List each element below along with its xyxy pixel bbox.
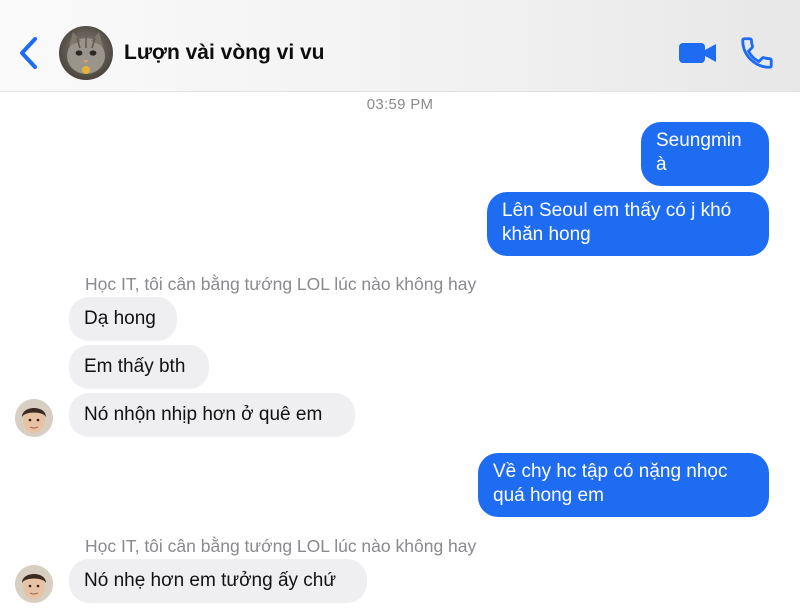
incoming-message[interactable]: Nó nhẹ hơn em tưởng ấy chứ [69,559,367,603]
outgoing-message[interactable]: Seungmin à [641,122,769,186]
sender-name: Học IT, tôi cân bằng tướng LOL lúc nào k… [85,274,477,294]
chat-avatar[interactable] [59,26,113,80]
sender-avatar[interactable] [15,565,53,603]
outgoing-message[interactable]: Về chy hc tập có nặng nhọc quá hong em [478,453,769,517]
incoming-message[interactable]: Em thấy bth [69,345,209,389]
chat-header: Lượn vài vòng vi vu [0,0,800,92]
message-timestamp: 03:59 PM [366,96,434,113]
chevron-left-icon [20,37,37,69]
person-avatar-icon [15,565,53,603]
back-button[interactable] [16,33,44,73]
sender-name: Học IT, tôi cân bằng tướng LOL lúc nào k… [85,536,477,556]
voice-call-button[interactable] [738,34,776,72]
outgoing-message[interactable]: Lên Seoul em thấy có j khó khăn hong [487,192,769,256]
incoming-message[interactable]: Nó nhộn nhịp hơn ở quê em [69,393,355,437]
phone-icon [741,37,773,69]
chat-title: Lượn vài vòng vi vu [124,41,325,64]
video-camera-icon [679,43,716,63]
video-call-button[interactable] [678,37,718,69]
incoming-message[interactable]: Dạ hong [69,297,177,341]
sender-avatar[interactable] [15,399,53,437]
cat-avatar-icon [67,32,105,74]
person-avatar-icon [15,399,53,437]
